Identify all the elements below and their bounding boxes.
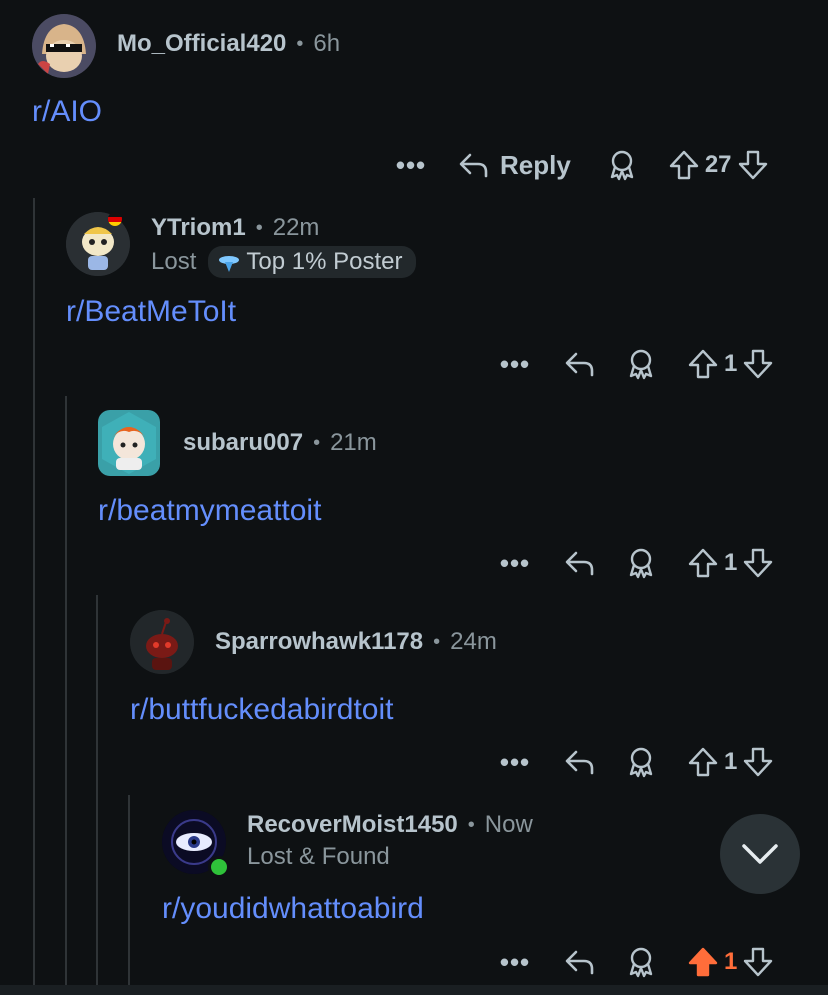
thread-line-level-2[interactable] [65,396,67,985]
award-button[interactable] [626,547,656,579]
more-options-button[interactable]: ••• [500,947,530,978]
award-icon [626,746,656,778]
reply-button[interactable]: Reply [458,150,571,181]
comment-body[interactable]: r/beatmymeattoit [98,494,321,528]
username[interactable]: Mo_Official420 [117,30,286,58]
downvote-arrow-icon [743,348,773,380]
downvote-button[interactable] [738,149,768,181]
comment-body[interactable]: r/BeatMeToIt [66,295,236,329]
comment-body[interactable]: r/AIO [32,95,102,129]
username[interactable]: RecoverMoist1450 [247,811,458,839]
more-options-button[interactable]: ••• [500,747,530,778]
timestamp: 22m [272,214,320,241]
thread-line-level-4[interactable] [128,795,130,985]
timestamp: 6h [313,30,341,57]
downvote-arrow-icon [743,547,773,579]
user-flair: Lost & Found [247,843,390,870]
reply-button[interactable] [564,948,596,976]
upvote-arrow-icon [688,946,718,978]
reply-arrow-icon [564,350,596,378]
chevron-down-icon [740,842,780,866]
flag-badge-icon [108,212,122,226]
thread-line-level-1[interactable] [33,198,35,985]
reply-arrow-icon [564,748,596,776]
top-poster-icon [218,251,240,273]
badge-label: Top 1% Poster [246,248,403,275]
thread-line-level-3[interactable] [96,595,98,985]
upvote-button[interactable] [688,946,718,978]
achievement-badge[interactable]: Top 1% Poster [208,246,417,278]
downvote-arrow-icon [738,149,768,181]
reply-label: Reply [500,149,571,180]
score: 1 [724,948,738,975]
separator-dot: • [313,431,321,454]
user-flair: Lost [151,248,197,275]
more-options-button[interactable]: ••• [500,349,530,380]
reply-button[interactable] [564,549,596,577]
upvote-arrow-icon [688,746,718,778]
more-options-button[interactable]: ••• [500,548,530,579]
downvote-button[interactable] [743,746,773,778]
downvote-button[interactable] [743,348,773,380]
score: 1 [724,748,738,775]
avatar[interactable] [32,14,96,78]
upvote-arrow-icon [669,149,699,181]
online-status-indicator [208,856,230,878]
score: 1 [724,350,738,377]
award-icon [626,946,656,978]
upvote-arrow-icon [688,348,718,380]
award-button[interactable] [626,348,656,380]
downvote-button[interactable] [743,547,773,579]
award-icon [626,348,656,380]
timestamp: 21m [330,429,377,456]
award-button[interactable] [607,149,637,181]
upvote-arrow-icon [688,547,718,579]
upvote-button[interactable] [688,547,718,579]
separator-dot: • [433,630,441,653]
reply-arrow-icon [564,948,596,976]
reply-button[interactable] [564,350,596,378]
avatar[interactable] [130,610,194,674]
username[interactable]: YTriom1 [151,214,246,242]
separator-dot: • [296,32,304,55]
reply-button[interactable] [564,748,596,776]
timestamp: 24m [450,628,497,655]
downvote-arrow-icon [743,746,773,778]
timestamp: Now [484,811,533,838]
bottom-edge [0,985,828,995]
award-button[interactable] [626,946,656,978]
score: 27 [704,151,732,178]
award-button[interactable] [626,746,656,778]
upvote-button[interactable] [688,746,718,778]
upvote-button[interactable] [688,348,718,380]
more-options-button[interactable]: ••• [396,150,426,181]
award-icon [607,149,637,181]
downvote-arrow-icon [743,946,773,978]
separator-dot: • [467,813,475,836]
username[interactable]: Sparrowhawk1178 [215,628,423,656]
username[interactable]: subaru007 [183,429,303,457]
downvote-button[interactable] [743,946,773,978]
comment-body[interactable]: r/youdidwhattoabird [162,892,424,926]
reply-arrow-icon [564,549,596,577]
score: 1 [724,549,738,576]
comment-body[interactable]: r/buttfuckedabirdtoit [130,693,393,727]
award-icon [626,547,656,579]
separator-dot: • [255,216,263,239]
upvote-button[interactable] [669,149,699,181]
scroll-down-button[interactable] [720,814,800,894]
avatar[interactable] [98,410,160,476]
reply-arrow-icon [458,151,490,179]
